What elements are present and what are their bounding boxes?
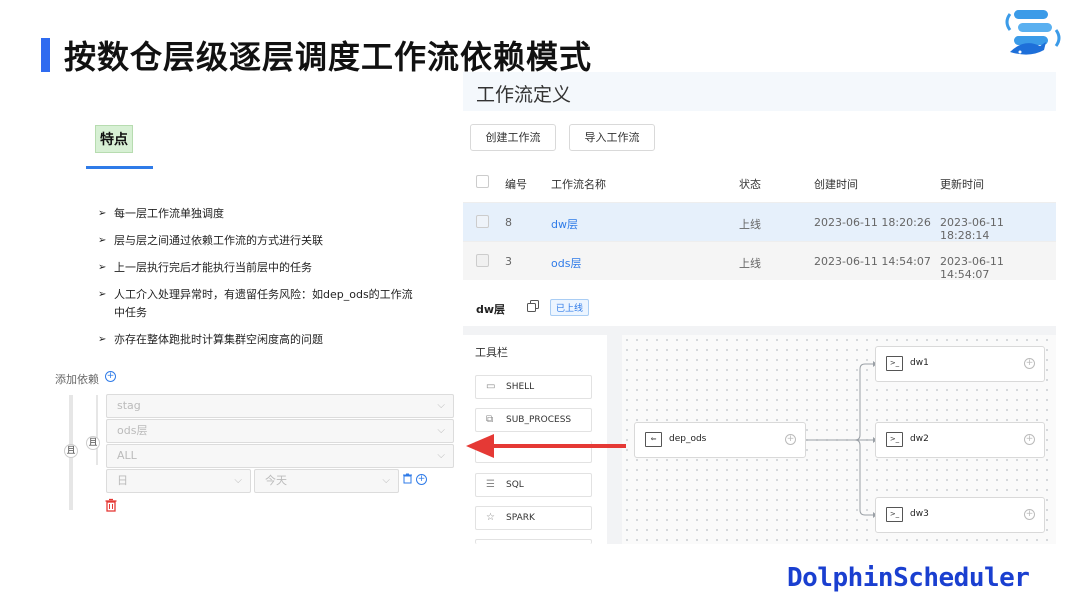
node-plus-icon[interactable]: + xyxy=(1024,509,1035,520)
add-item-plus-icon[interactable]: + xyxy=(416,474,427,485)
column-header: 创建时间 xyxy=(814,178,858,191)
feature-item: ➢ 亦存在整体跑批时计算集群空闲度高的问题 xyxy=(98,331,418,349)
dag-node-dw3[interactable]: >_ dw3 + xyxy=(875,497,1045,533)
toolbox-title: 工具栏 xyxy=(475,346,508,359)
relation-and-toggle[interactable]: 且 xyxy=(64,444,78,458)
title-accent-bar xyxy=(41,38,50,72)
dependency-item-line xyxy=(96,395,98,465)
brand-wordmark: DolphinScheduler xyxy=(787,563,1030,593)
column-header: 编号 xyxy=(505,178,527,191)
select-all-checkbox[interactable] xyxy=(476,175,489,188)
sql-icon: ☰ xyxy=(486,479,495,490)
row-checkbox[interactable] xyxy=(476,254,489,267)
created-time: 2023-06-11 18:20:26 xyxy=(814,216,931,229)
shell-task-icon: >_ xyxy=(886,432,903,447)
feature-item: ➢ 层与层之间通过依赖工作流的方式进行关联 xyxy=(98,232,418,250)
dolphinscheduler-logo-icon xyxy=(1005,10,1061,55)
bullet-arrow-icon: ➢ xyxy=(98,289,107,300)
updated-time: 2023-06-11 14:54:07 xyxy=(940,255,1004,281)
workflow-state: 上线 xyxy=(739,218,761,231)
feature-item: ➢ 每一层工作流单独调度 xyxy=(98,205,418,223)
project-select[interactable]: stag ⌵ xyxy=(106,394,454,418)
import-workflow-button[interactable]: 导入工作流 xyxy=(569,124,655,151)
workflow-select[interactable]: ods层 ⌵ xyxy=(106,419,454,443)
chevron-down-icon: ⌵ xyxy=(382,475,390,486)
node-plus-icon[interactable]: + xyxy=(1024,358,1035,369)
shell-task-icon: >_ xyxy=(886,356,903,371)
node-plus-icon[interactable]: + xyxy=(1024,434,1035,445)
cycle-select[interactable]: 日 ⌵ xyxy=(106,469,251,493)
table-header-row: 编号 工作流名称 状态 创建时间 更新时间 xyxy=(463,163,1056,202)
tool-partial xyxy=(475,539,592,544)
chevron-down-icon: ⌵ xyxy=(234,475,242,486)
workflow-name-link[interactable]: dw层 xyxy=(551,216,578,232)
feature-underline xyxy=(86,166,153,169)
workflow-definition-title: 工作流定义 xyxy=(476,84,572,106)
column-header: 工作流名称 xyxy=(551,178,606,191)
row-number: 3 xyxy=(505,255,512,268)
column-header: 状态 xyxy=(739,178,761,191)
node-plus-icon[interactable]: + xyxy=(785,434,796,445)
feature-list: ➢ 每一层工作流单独调度 ➢ 层与层之间通过依赖工作流的方式进行关联 ➢ 上一层执行完… xyxy=(98,205,418,358)
task-select[interactable]: ALL ⌵ xyxy=(106,444,454,468)
terminal-icon: ▭ xyxy=(486,381,496,392)
tool-sub-process[interactable]: ⧉ SUB_PROCESS xyxy=(475,408,592,432)
delete-group-icon[interactable] xyxy=(104,498,118,512)
updated-time: 2023-06-11 18:28:14 xyxy=(940,216,1004,242)
row-number: 8 xyxy=(505,216,512,229)
date-select[interactable]: 今天 ⌵ xyxy=(254,469,399,493)
tool-shell[interactable]: ▭ SHELL xyxy=(475,375,592,399)
table-row[interactable]: 3 ods层 上线 2023-06-11 14:54:07 2023-06-11… xyxy=(463,241,1056,281)
tool-spark[interactable]: ☆ SPARK xyxy=(475,506,592,530)
add-dependency-plus-icon[interactable]: + xyxy=(105,371,116,382)
add-dependency-label: 添加依赖 xyxy=(55,373,99,386)
row-checkbox[interactable] xyxy=(476,215,489,228)
tool-hidden[interactable] xyxy=(475,441,592,463)
status-badge: 已上线 xyxy=(550,299,590,316)
dag-node-dw2[interactable]: >_ dw2 + xyxy=(875,422,1045,458)
feature-tag: 特点 xyxy=(95,125,133,153)
chevron-down-icon: ⌵ xyxy=(437,425,445,436)
feature-item: ➢ 人工介入处理异常时，有遗留任务风险：如dep_ods的工作流中任务 xyxy=(98,288,413,319)
dag-workflow-name: dw层 xyxy=(476,303,506,316)
table-row[interactable]: 8 dw层 上线 2023-06-11 18:20:26 2023-06-11 … xyxy=(463,202,1056,242)
workflow-state: 上线 xyxy=(739,257,761,270)
dag-node-dep-ods[interactable]: ⇐ dep_ods + xyxy=(634,422,806,458)
column-header: 更新时间 xyxy=(940,178,984,191)
subprocess-icon: ⧉ xyxy=(486,414,494,425)
workflow-table: 编号 工作流名称 状态 创建时间 更新时间 8 dw层 上线 2023-06-1… xyxy=(463,163,1056,281)
dag-node-dw1[interactable]: >_ dw1 + xyxy=(875,346,1045,382)
chevron-down-icon: ⌵ xyxy=(437,450,445,461)
dependent-task-icon: ⇐ xyxy=(645,432,662,447)
delete-item-icon[interactable] xyxy=(402,473,413,484)
spark-icon: ☆ xyxy=(486,512,495,523)
tool-sql[interactable]: ☰ SQL xyxy=(475,473,592,497)
relation-and-toggle[interactable]: 且 xyxy=(86,436,100,450)
bullet-arrow-icon: ➢ xyxy=(98,235,107,246)
created-time: 2023-06-11 14:54:07 xyxy=(814,255,931,268)
create-workflow-button[interactable]: 创建工作流 xyxy=(470,124,556,151)
bullet-arrow-icon: ➢ xyxy=(98,334,107,345)
bullet-arrow-icon: ➢ xyxy=(98,208,107,219)
copy-icon[interactable] xyxy=(527,300,539,312)
chevron-down-icon: ⌵ xyxy=(437,400,445,411)
workflow-name-link[interactable]: ods层 xyxy=(551,255,581,271)
shell-task-icon: >_ xyxy=(886,507,903,522)
bullet-arrow-icon: ➢ xyxy=(98,262,107,273)
feature-item: ➢ 上一层执行完后才能执行当前层中的任务 xyxy=(98,259,418,277)
